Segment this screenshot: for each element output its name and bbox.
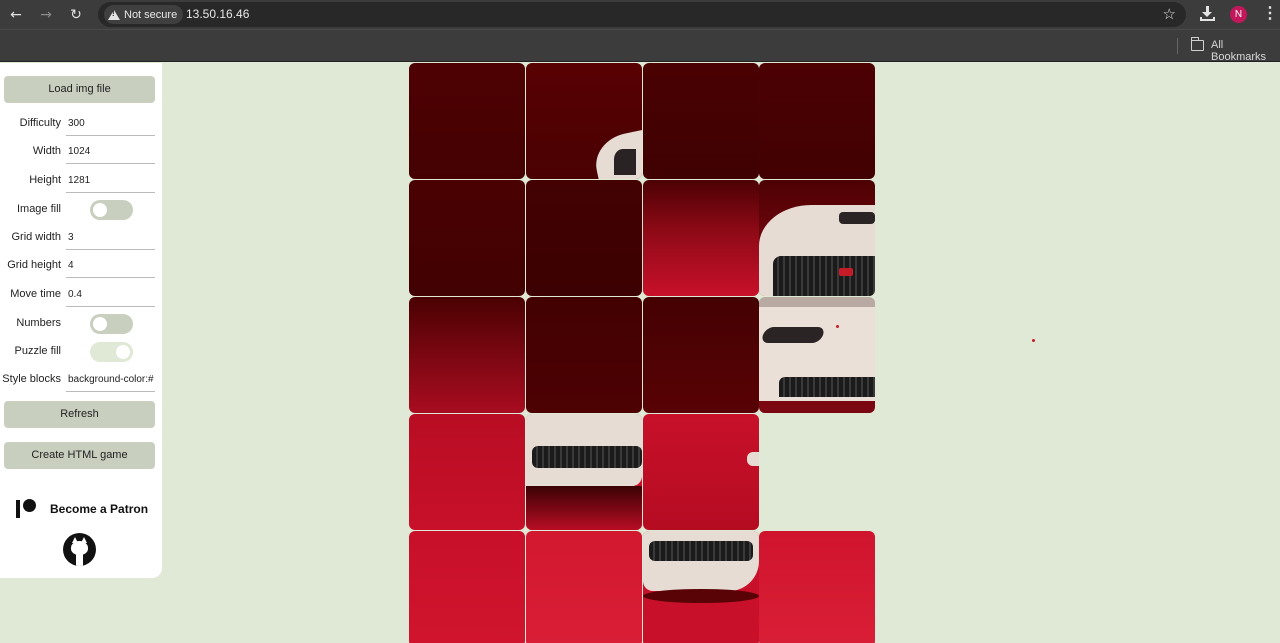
height-input[interactable]: 1281 <box>66 169 155 193</box>
refresh-button[interactable]: Refresh <box>4 401 155 428</box>
bookmark-star-icon[interactable]: ☆ <box>1163 5 1176 23</box>
difficulty-input[interactable]: 300 <box>66 112 155 136</box>
puzzle-tile[interactable] <box>759 297 875 413</box>
puzzle-tile[interactable] <box>409 63 525 179</box>
puzzle-tile[interactable] <box>409 297 525 413</box>
puzzle-tile[interactable] <box>759 180 875 296</box>
puzzle-tile[interactable] <box>759 63 875 179</box>
patreon-icon <box>16 499 38 519</box>
patron-label: Become a Patron <box>50 502 149 516</box>
load-img-button[interactable]: Load img file <box>4 76 155 103</box>
difficulty-row: Difficulty 300 <box>0 112 162 136</box>
puzzle-tile[interactable] <box>526 414 642 530</box>
height-row: Height 1281 <box>0 169 162 193</box>
image-fill-row: Image fill <box>0 198 162 222</box>
menu-dots-icon[interactable]: ⋮ <box>1262 4 1278 24</box>
toggle-knob <box>93 203 107 217</box>
address-bar[interactable]: Not secure 13.50.16.46 ☆ <box>98 2 1186 27</box>
puzzle-tile[interactable] <box>643 297 759 413</box>
grid-height-row: Grid height 4 <box>0 254 162 278</box>
image-fill-toggle[interactable] <box>90 200 133 220</box>
red-dot-marker <box>836 325 839 328</box>
puzzle-tile[interactable] <box>526 63 642 179</box>
move-time-row: Move time 0.4 <box>0 283 162 307</box>
url-text[interactable]: 13.50.16.46 <box>186 7 249 21</box>
toggle-knob <box>116 345 130 359</box>
bookmarks-bar: All Bookmarks <box>0 29 1280 63</box>
puzzle-fill-toggle[interactable] <box>90 342 133 362</box>
image-fill-label: Image fill <box>16 203 61 215</box>
puzzle-board <box>409 63 876 643</box>
puzzle-tile[interactable] <box>526 180 642 296</box>
create-html-game-button[interactable]: Create HTML game <box>4 442 155 469</box>
height-label: Height <box>29 174 61 186</box>
grid-width-row: Grid width 3 <box>0 226 162 250</box>
profile-avatar[interactable]: N <box>1230 6 1247 23</box>
puzzle-tile[interactable] <box>643 531 759 643</box>
puzzle-tile[interactable] <box>643 180 759 296</box>
grid-width-input[interactable]: 3 <box>66 226 155 250</box>
style-blocks-input[interactable]: background-color:# <box>66 368 155 392</box>
warning-icon <box>108 9 120 20</box>
style-blocks-label: Style blocks <box>2 373 61 385</box>
style-blocks-row: Style blocks background-color:# <box>0 368 162 392</box>
difficulty-label: Difficulty <box>19 117 61 129</box>
puzzle-tile[interactable] <box>409 531 525 643</box>
github-icon[interactable] <box>63 533 96 566</box>
grid-width-label: Grid width <box>11 231 61 243</box>
width-row: Width 1024 <box>0 140 162 164</box>
numbers-label: Numbers <box>16 317 61 329</box>
patron-link[interactable]: Become a Patron <box>16 499 148 519</box>
numbers-toggle[interactable] <box>90 314 133 334</box>
puzzle-tile[interactable] <box>409 180 525 296</box>
toggle-knob <box>93 317 107 331</box>
browser-toolbar: ← → ↻ Not secure 13.50.16.46 ☆ N ⋮ <box>0 0 1280 29</box>
grid-height-input[interactable]: 4 <box>66 254 155 278</box>
grid-height-label: Grid height <box>7 259 61 271</box>
width-label: Width <box>32 145 61 157</box>
puzzle-tile[interactable] <box>409 414 525 530</box>
red-dot-marker <box>1032 339 1035 342</box>
folder-icon[interactable] <box>1190 37 1204 51</box>
forward-arrow-icon[interactable]: → <box>36 5 56 25</box>
puzzle-tile[interactable] <box>526 297 642 413</box>
puzzle-fill-row: Puzzle fill <box>0 340 162 364</box>
width-input[interactable]: 1024 <box>66 140 155 164</box>
puzzle-tile[interactable] <box>759 531 875 643</box>
numbers-row: Numbers <box>0 312 162 336</box>
puzzle-tile[interactable] <box>526 531 642 643</box>
puzzle-tile[interactable] <box>643 414 759 530</box>
puzzle-fill-label: Puzzle fill <box>14 345 61 357</box>
back-arrow-icon[interactable]: ← <box>6 5 26 25</box>
security-chip[interactable]: Not secure <box>104 5 184 24</box>
download-icon[interactable] <box>1199 5 1217 23</box>
move-time-input[interactable]: 0.4 <box>66 283 155 307</box>
all-bookmarks-link[interactable]: All Bookmarks <box>1211 39 1280 63</box>
bookmarks-separator <box>1177 38 1178 54</box>
security-label: Not secure <box>124 8 178 21</box>
puzzle-tile[interactable] <box>643 63 759 179</box>
reload-icon[interactable]: ↻ <box>66 5 86 25</box>
settings-panel: Load img file Difficulty 300 Width 1024 … <box>0 63 162 578</box>
move-time-label: Move time <box>10 288 61 300</box>
